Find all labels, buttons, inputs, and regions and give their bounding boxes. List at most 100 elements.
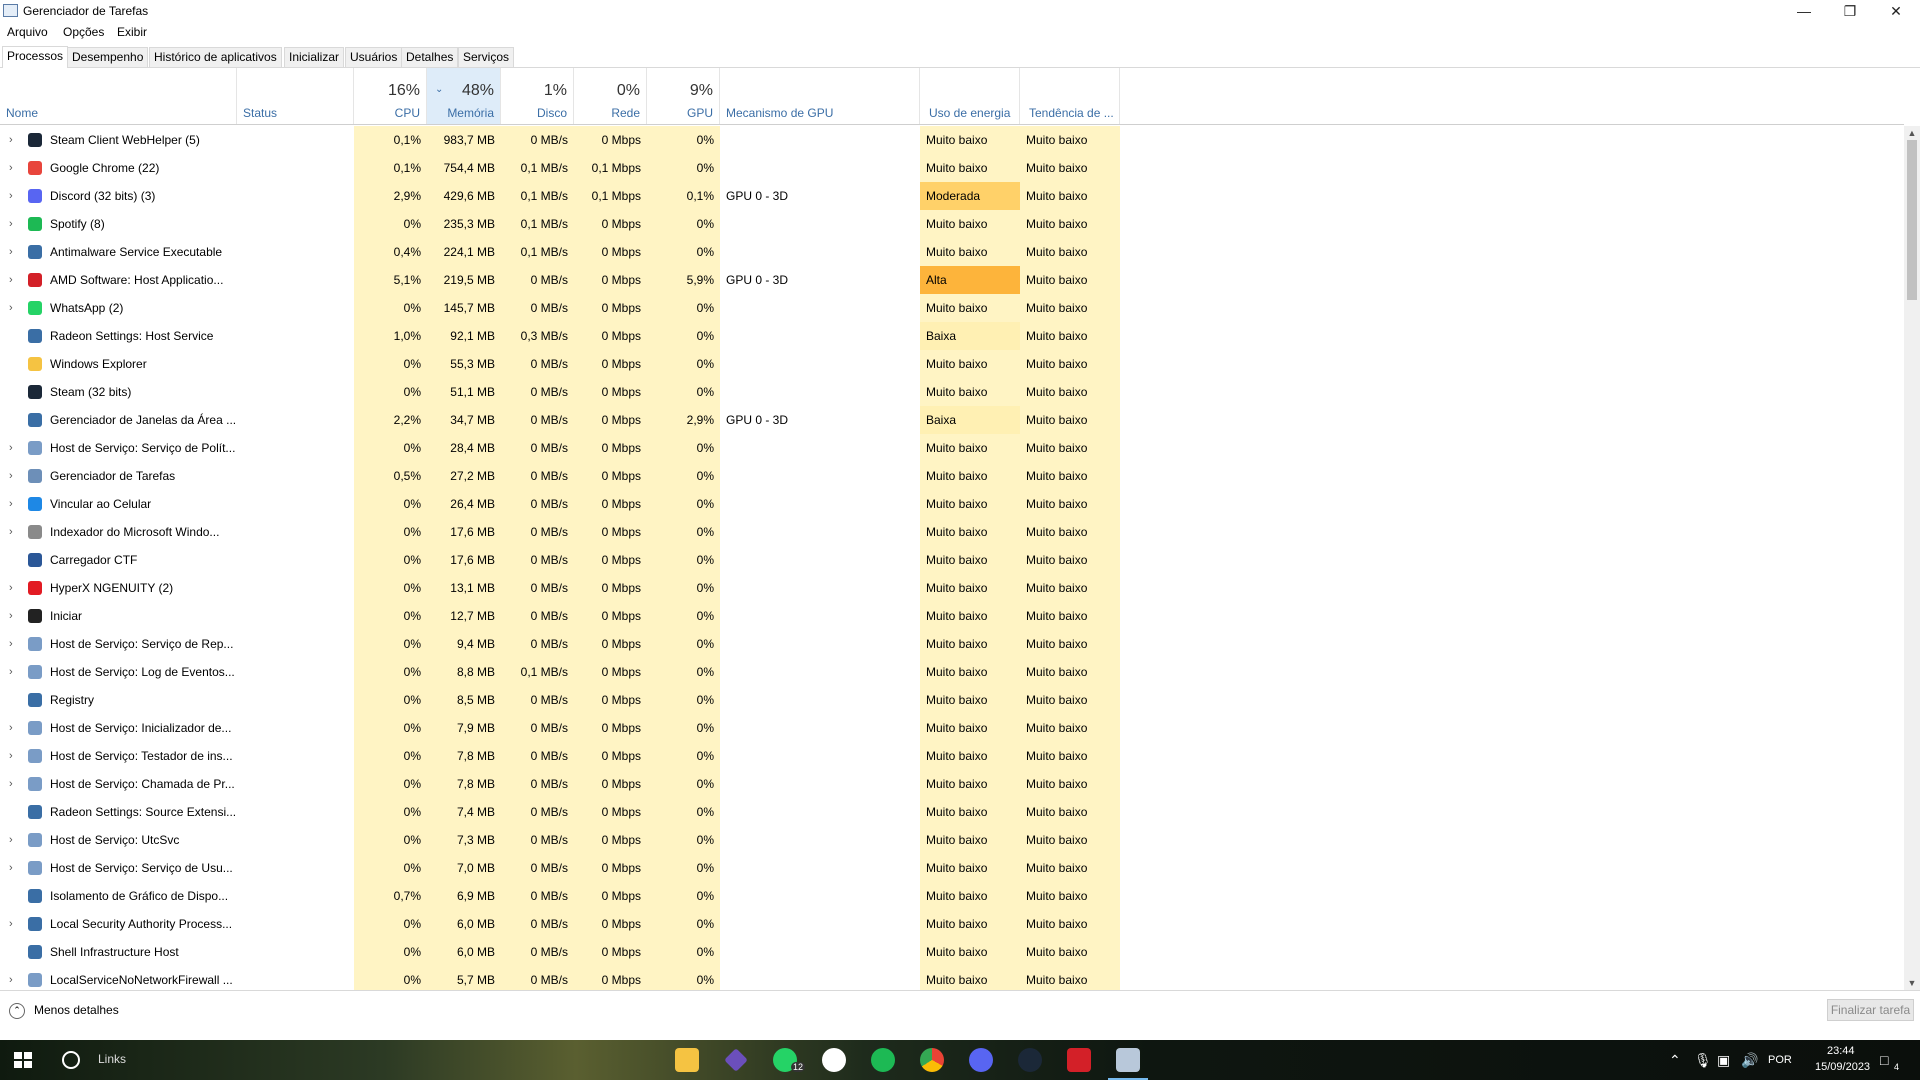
column-header-status[interactable]: Status: [237, 68, 354, 124]
xbox-icon[interactable]: [822, 1048, 846, 1072]
task-manager-taskbar-icon[interactable]: [1116, 1048, 1140, 1072]
scroll-down-icon[interactable]: ▼: [1904, 976, 1920, 990]
scroll-thumb[interactable]: [1907, 140, 1917, 300]
table-row[interactable]: › Steam Client WebHelper (5) 0,1% 983,7 MB 0…: [0, 126, 1904, 154]
chevron-right-icon[interactable]: ›: [9, 770, 13, 798]
clock-time[interactable]: 23:44: [1827, 1045, 1855, 1057]
amd-taskbar-icon[interactable]: [1067, 1048, 1091, 1072]
table-row[interactable]: › Gerenciador de Tarefas 0,5% 27,2 MB 0 MB/s…: [0, 462, 1904, 490]
notification-icon[interactable]: □: [1880, 1052, 1888, 1068]
column-header-memory[interactable]: ⌄ 48% Memória: [427, 68, 501, 124]
volume-icon[interactable]: 🔊: [1741, 1052, 1758, 1069]
table-row[interactable]: › Discord (32 bits) (3) 2,9% 429,6 MB 0,1 MB…: [0, 182, 1904, 210]
table-row[interactable]: › Host de Serviço: UtcSvc 0% 7,3 MB 0 MB/s 0 …: [0, 826, 1904, 854]
tab-historico[interactable]: Histórico de aplicativos: [149, 47, 282, 67]
windows-start-icon[interactable]: [14, 1052, 32, 1068]
chrome-taskbar-icon[interactable]: [920, 1048, 944, 1072]
table-row[interactable]: Gerenciador de Janelas da Área ... 2,2% 34…: [0, 406, 1904, 434]
table-row[interactable]: › Iniciar 0% 12,7 MB 0 MB/s 0 Mbps 0% Muito bai…: [0, 602, 1904, 630]
table-row[interactable]: › Antimalware Service Executable 0,4% 224,1…: [0, 238, 1904, 266]
chevron-right-icon[interactable]: ›: [9, 490, 13, 518]
scroll-up-icon[interactable]: ▲: [1904, 126, 1920, 140]
restore-button[interactable]: ❐: [1827, 0, 1873, 22]
column-header-gpu-engine[interactable]: Mecanismo de GPU: [720, 68, 920, 124]
network-icon[interactable]: ▣: [1717, 1052, 1730, 1069]
file-explorer-icon[interactable]: [675, 1048, 699, 1072]
steam-taskbar-icon[interactable]: [1018, 1048, 1042, 1072]
table-row[interactable]: › Host de Serviço: Inicializador de... 0% 7…: [0, 714, 1904, 742]
tab-inicializar[interactable]: Inicializar: [284, 47, 345, 67]
minimize-button[interactable]: —: [1781, 0, 1827, 22]
tab-servicos[interactable]: Serviços: [458, 47, 515, 67]
column-header-power[interactable]: Uso de energia: [920, 68, 1020, 124]
column-header-gpu[interactable]: 9% GPU: [647, 68, 720, 124]
column-header-network[interactable]: 0% Rede: [574, 68, 647, 124]
menu-exibir[interactable]: Exibir: [117, 25, 147, 39]
table-row[interactable]: Isolamento de Gráfico de Dispo... 0,7% 6,9…: [0, 882, 1904, 910]
table-row[interactable]: › LocalServiceNoNetworkFirewall ... 0% 5,7 …: [0, 966, 1904, 990]
chevron-right-icon[interactable]: ›: [9, 854, 13, 882]
table-row[interactable]: › Host de Serviço: Serviço de Polít... 0% 2…: [0, 434, 1904, 462]
search-icon[interactable]: [62, 1051, 80, 1069]
chevron-right-icon[interactable]: ›: [9, 910, 13, 938]
table-row[interactable]: Shell Infrastructure Host 0% 6,0 MB 0 MB/s 0…: [0, 938, 1904, 966]
table-row[interactable]: › WhatsApp (2) 0% 145,7 MB 0 MB/s 0 Mbps 0% Mui…: [0, 294, 1904, 322]
table-row[interactable]: › Host de Serviço: Log de Eventos... 0% 8,8…: [0, 658, 1904, 686]
tab-desempenho[interactable]: Desempenho: [67, 47, 149, 67]
table-row[interactable]: Radeon Settings: Source Extensi... 0% 7,4 …: [0, 798, 1904, 826]
column-header-name[interactable]: Nome: [0, 68, 237, 124]
chevron-right-icon[interactable]: ›: [9, 826, 13, 854]
less-details-link[interactable]: Menos detalhes: [34, 1003, 119, 1017]
spotify-taskbar-icon[interactable]: [871, 1048, 895, 1072]
table-row[interactable]: › AMD Software: Host Applicatio... 5,1% 219…: [0, 266, 1904, 294]
vertical-scrollbar[interactable]: ▲ ▼: [1904, 126, 1920, 990]
purple-app-icon[interactable]: [724, 1048, 748, 1072]
taskbar-search-text[interactable]: Links: [98, 1052, 126, 1066]
column-header-power-trend[interactable]: Tendência de ...: [1020, 68, 1120, 124]
chevron-right-icon[interactable]: ›: [9, 462, 13, 490]
table-row[interactable]: › Spotify (8) 0% 235,3 MB 0,1 MB/s 0 Mbps 0% Mu…: [0, 210, 1904, 238]
table-row[interactable]: Radeon Settings: Host Service 1,0% 92,1 MB…: [0, 322, 1904, 350]
chevron-right-icon[interactable]: ›: [9, 126, 13, 154]
chevron-right-icon[interactable]: ›: [9, 154, 13, 182]
table-row[interactable]: Steam (32 bits) 0% 51,1 MB 0 MB/s 0 Mbps 0% Mu…: [0, 378, 1904, 406]
discord-taskbar-icon[interactable]: [969, 1048, 993, 1072]
language-indicator[interactable]: POR: [1768, 1054, 1792, 1066]
table-row[interactable]: Registry 0% 8,5 MB 0 MB/s 0 Mbps 0% Muito baix…: [0, 686, 1904, 714]
chevron-right-icon[interactable]: ›: [9, 602, 13, 630]
table-row[interactable]: › HyperX NGENUITY (2) 0% 13,1 MB 0 MB/s 0 Mbp…: [0, 574, 1904, 602]
microphone-icon[interactable]: 🎙: [1694, 1052, 1712, 1069]
tab-usuarios[interactable]: Usuários: [345, 47, 403, 67]
tab-detalhes[interactable]: Detalhes: [401, 47, 459, 67]
end-task-button[interactable]: Finalizar tarefa: [1827, 999, 1914, 1021]
tab-processos[interactable]: Processos: [2, 46, 69, 68]
table-row[interactable]: › Local Security Authority Process... 0% 6,…: [0, 910, 1904, 938]
chevron-right-icon[interactable]: ›: [9, 266, 13, 294]
column-header-disk[interactable]: 1% Disco: [501, 68, 574, 124]
chevron-up-circle-icon[interactable]: ⌃: [9, 1003, 25, 1019]
table-row[interactable]: › Host de Serviço: Serviço de Usu... 0% 7,0…: [0, 854, 1904, 882]
clock-date[interactable]: 15/09/2023: [1815, 1061, 1870, 1073]
menu-opcoes[interactable]: Opções: [63, 25, 104, 39]
chevron-right-icon[interactable]: ›: [9, 658, 13, 686]
chevron-right-icon[interactable]: ›: [9, 182, 13, 210]
table-row[interactable]: › Host de Serviço: Chamada de Pr... 0% 7,8 …: [0, 770, 1904, 798]
table-row[interactable]: › Indexador do Microsoft Windo... 0% 17,6 M…: [0, 518, 1904, 546]
chevron-right-icon[interactable]: ›: [9, 294, 13, 322]
table-row[interactable]: Carregador CTF 0% 17,6 MB 0 MB/s 0 Mbps 0% Mui…: [0, 546, 1904, 574]
chevron-right-icon[interactable]: ›: [9, 238, 13, 266]
chevron-right-icon[interactable]: ›: [9, 434, 13, 462]
chevron-right-icon[interactable]: ›: [9, 966, 13, 990]
chevron-right-icon[interactable]: ›: [9, 630, 13, 658]
table-row[interactable]: › Host de Serviço: Serviço de Rep... 0% 9,4…: [0, 630, 1904, 658]
chevron-right-icon[interactable]: ›: [9, 210, 13, 238]
chevron-right-icon[interactable]: ›: [9, 574, 13, 602]
chevron-right-icon[interactable]: ›: [9, 518, 13, 546]
table-row[interactable]: › Vincular ao Celular 0% 26,4 MB 0 MB/s 0 Mbp…: [0, 490, 1904, 518]
menu-arquivo[interactable]: Arquivo: [7, 25, 48, 39]
chevron-up-icon[interactable]: ⌃: [1669, 1052, 1681, 1069]
column-header-cpu[interactable]: 16% CPU: [354, 68, 427, 124]
close-button[interactable]: ✕: [1873, 0, 1919, 22]
chevron-right-icon[interactable]: ›: [9, 714, 13, 742]
table-row[interactable]: › Google Chrome (22) 0,1% 754,4 MB 0,1 MB/s 0…: [0, 154, 1904, 182]
